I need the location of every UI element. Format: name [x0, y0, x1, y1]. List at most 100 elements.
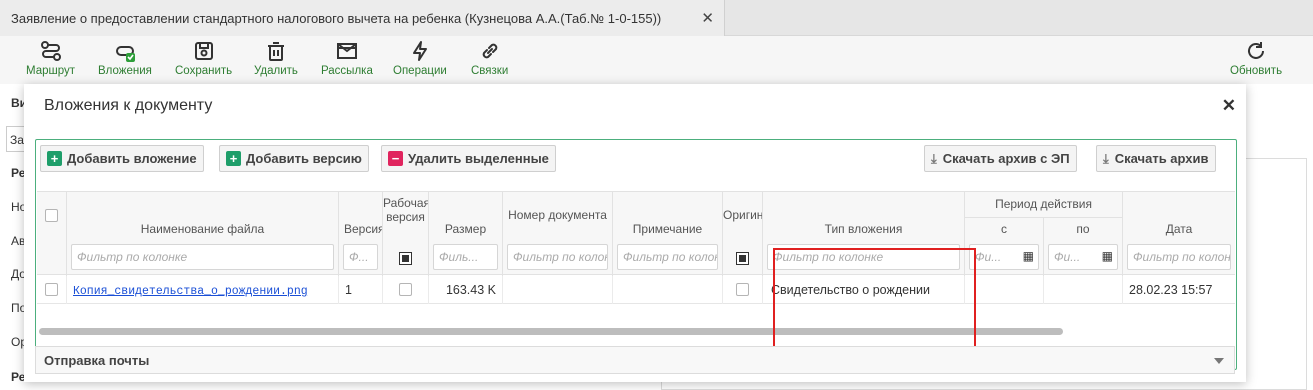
filter-from[interactable]: Фи... ▦ — [969, 244, 1039, 270]
download-icon: ⤓ — [1103, 150, 1109, 166]
document-tab[interactable]: Заявление о предоставлении стандартного … — [0, 0, 725, 36]
row-select-cell — [37, 276, 67, 304]
working-version-filter-checkbox[interactable] — [399, 252, 412, 265]
attachments-grid: + Добавить вложение + Добавить версию − … — [35, 139, 1237, 370]
column-to-label: по — [1076, 222, 1090, 236]
operations-label: Операции — [393, 65, 447, 77]
filter-from-text: Фи... — [975, 250, 1002, 264]
download-archive-button[interactable]: ⤓ Скачать архив — [1096, 145, 1216, 172]
trash-icon — [267, 42, 284, 61]
filter-doc-number[interactable]: Фильтр по колонке — [507, 244, 608, 270]
working-version-cell — [383, 276, 429, 304]
file-name-cell: Копия_свидетельства_о_рождении.png — [67, 276, 339, 304]
calendar-icon[interactable]: ▦ — [1023, 249, 1034, 263]
mail-section[interactable]: Отправка почты — [35, 346, 1235, 374]
operations-button[interactable]: Операции — [393, 40, 447, 77]
mail-section-label: Отправка почты — [44, 353, 150, 368]
save-button[interactable]: Сохранить — [175, 40, 232, 77]
from-cell — [965, 276, 1044, 304]
download-icon: ⤓ — [931, 150, 937, 166]
add-version-button[interactable]: + Добавить версию — [219, 145, 369, 172]
tab-strip: Заявление о предоставлении стандартного … — [0, 0, 1313, 36]
filter-file-name[interactable]: Фильтр по колонке — [71, 244, 334, 270]
grid-header: Наименование файла Фильтр по колонке Вер… — [37, 191, 1235, 276]
delete-selected-label: Удалить выделенные — [408, 151, 549, 166]
attachments-label: Вложения — [98, 65, 152, 77]
attachments-dialog: Вложения к документу ✕ + Добавить вложен… — [24, 84, 1246, 382]
column-file-name[interactable]: Наименование файла Фильтр по колонке — [67, 192, 339, 276]
delete-label: Удалить — [254, 65, 298, 77]
delete-button[interactable]: Удалить — [254, 40, 298, 77]
add-attachment-button[interactable]: + Добавить вложение — [40, 145, 204, 172]
date-cell: 28.02.23 15:57 — [1129, 283, 1213, 297]
column-note[interactable]: Примечание Фильтр по колонке — [613, 192, 723, 276]
minus-icon: − — [388, 151, 403, 166]
table-row[interactable]: Копия_свидетельства_о_рождении.png 1 163… — [37, 276, 1235, 304]
lightning-icon — [412, 41, 427, 61]
column-attachment-type-label: Тип вложения — [824, 222, 903, 236]
validity-period-label: Период действия — [995, 197, 1092, 211]
filter-date[interactable]: Фильтр по колонке — [1127, 244, 1231, 270]
delete-selected-button[interactable]: − Удалить выделенные — [381, 145, 556, 172]
column-size[interactable]: Размер Филь... — [429, 192, 503, 276]
column-doc-number-label: Номер документа — [508, 208, 607, 222]
attachments-button[interactable]: Вложения — [98, 40, 152, 77]
download-archive-ep-label: Скачать архив с ЭП — [942, 151, 1070, 166]
route-icon — [40, 41, 61, 61]
bg-field[interactable]: За — [6, 126, 26, 152]
row-select-checkbox[interactable] — [45, 283, 58, 296]
document-tab-title: Заявление о предоставлении стандартного … — [11, 10, 662, 26]
column-size-label: Размер — [444, 222, 487, 236]
plus-icon: + — [226, 151, 241, 166]
column-from-label: с — [1001, 222, 1007, 236]
column-from[interactable]: с Фи... ▦ — [965, 218, 1044, 276]
paperclip-icon — [115, 46, 135, 62]
original-filter-checkbox[interactable] — [736, 252, 749, 265]
download-archive-label: Скачать архив — [1114, 151, 1209, 166]
add-version-label: Добавить версию — [246, 151, 362, 166]
mail-icon — [336, 43, 357, 59]
save-label: Сохранить — [175, 65, 233, 77]
column-working-version[interactable]: Рабочая версия — [383, 192, 429, 276]
file-name-link[interactable]: Копия_свидетельства_о_рождении.png — [73, 285, 308, 298]
link-icon — [482, 43, 497, 59]
column-date-label: Дата — [1165, 222, 1193, 236]
download-archive-ep-button[interactable]: ⤓ Скачать архив с ЭП — [924, 145, 1077, 172]
refresh-button[interactable]: Обновить — [1230, 40, 1282, 77]
calendar-icon[interactable]: ▦ — [1102, 249, 1113, 263]
column-working-version-label: Рабочая версия — [383, 196, 429, 224]
filter-note[interactable]: Фильтр по колонке — [617, 244, 718, 270]
route-label: Маршрут — [26, 65, 76, 77]
version-cell: 1 — [339, 276, 383, 304]
mailing-button[interactable]: Рассылка — [321, 40, 373, 77]
mailing-label: Рассылка — [321, 65, 373, 77]
column-version[interactable]: Версия Ф... — [339, 192, 383, 276]
size-cell: 163.43 K — [429, 276, 503, 304]
close-tab-icon[interactable]: ✕ — [701, 9, 714, 27]
filter-size[interactable]: Филь... — [433, 244, 498, 270]
bg-field-text: За — [10, 133, 24, 147]
filter-version[interactable]: Ф... — [343, 244, 378, 270]
column-doc-number[interactable]: Номер документа Фильтр по колонке — [503, 192, 613, 276]
column-date[interactable]: Дата Фильтр по колонке — [1123, 192, 1235, 276]
close-dialog-icon[interactable]: ✕ — [1222, 96, 1236, 116]
column-to[interactable]: по Фи... ▦ — [1044, 218, 1123, 276]
dialog-title: Вложения к документу — [44, 97, 213, 114]
column-version-label: Версия — [344, 222, 383, 236]
column-note-label: Примечание — [632, 222, 703, 236]
links-button[interactable]: Связки — [471, 40, 508, 77]
column-attachment-type[interactable]: Тип вложения Фильтр по колонке — [763, 192, 965, 276]
column-original[interactable]: Оригинал — [723, 192, 763, 276]
working-version-checkbox[interactable] — [399, 283, 412, 296]
attachment-type-cell: Свидетельство о рождении — [763, 276, 965, 304]
filter-attachment-type[interactable]: Фильтр по колонке — [767, 244, 960, 270]
select-all-checkbox[interactable] — [45, 209, 58, 222]
filter-to[interactable]: Фи... ▦ — [1048, 244, 1118, 270]
to-cell — [1044, 276, 1123, 304]
column-file-name-label: Наименование файла — [140, 222, 265, 236]
chevron-down-icon — [1214, 358, 1224, 364]
original-checkbox[interactable] — [736, 283, 749, 296]
original-cell — [723, 276, 763, 304]
horizontal-scrollbar[interactable] — [39, 328, 1063, 335]
route-button[interactable]: Маршрут — [26, 40, 75, 77]
